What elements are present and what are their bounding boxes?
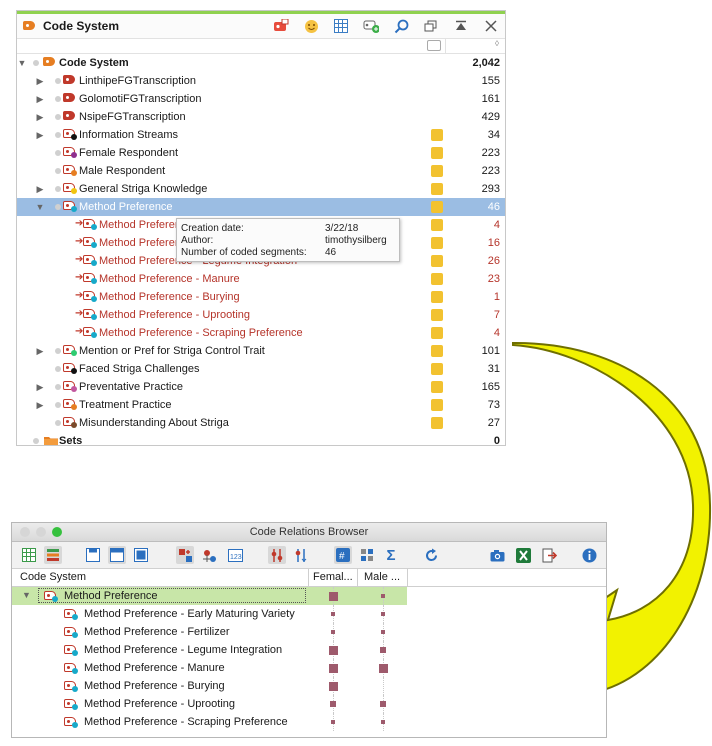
- symbols-icon[interactable]: [358, 546, 376, 564]
- relation-square[interactable]: [380, 647, 386, 653]
- relation-square[interactable]: [381, 612, 385, 616]
- code-icon-wrap: [64, 698, 78, 710]
- relation-square[interactable]: [381, 630, 385, 634]
- column-header-female[interactable]: Femal...: [313, 571, 353, 583]
- layout-center-icon[interactable]: [108, 546, 126, 564]
- crb-column-header: Code System Femal... Male ...: [12, 569, 606, 587]
- crb-matrix: ▼ Method Preference Method Preference - Ea…: [12, 587, 606, 731]
- crb-row-label: Method Preference - Scraping Preference: [84, 716, 288, 728]
- collapse-toggle[interactable]: ▼: [22, 590, 31, 600]
- code-icon-wrap: [64, 608, 78, 620]
- crb-row-label: Method Preference - Uprooting: [84, 698, 236, 710]
- relation-square[interactable]: [381, 720, 385, 724]
- layout-full-icon[interactable]: [132, 546, 150, 564]
- minimize-window-button[interactable]: [36, 527, 46, 537]
- hash-icon[interactable]: #: [334, 546, 352, 564]
- crb-row[interactable]: Method Preference - Manure: [12, 659, 606, 677]
- crb-row-label: Method Preference - Early Maturing Varie…: [84, 608, 295, 620]
- crb-row[interactable]: Method Preference - Early Maturing Varie…: [12, 605, 606, 623]
- code-icon: [64, 662, 78, 674]
- code-icon-wrap: [44, 590, 58, 602]
- column-header-male[interactable]: Male ...: [364, 571, 400, 583]
- code-icon: [64, 716, 78, 728]
- code-relations-browser-window: Code Relations Browser 123 # Σ Code Syst…: [11, 522, 607, 738]
- code-icon-wrap: [64, 680, 78, 692]
- sort-mixed-icon[interactable]: [292, 546, 310, 564]
- relation-square[interactable]: [330, 701, 336, 707]
- crb-row[interactable]: Method Preference - Fertilizer: [12, 623, 606, 641]
- crb-row-label: Method Preference - Burying: [84, 680, 225, 692]
- svg-text:123: 123: [230, 554, 242, 561]
- column-divider: [357, 569, 358, 586]
- column-header-code-system[interactable]: Code System: [20, 571, 86, 583]
- relation-square[interactable]: [328, 681, 338, 691]
- relation-square[interactable]: [328, 663, 338, 673]
- crb-row[interactable]: Method Preference - Scraping Preference: [12, 713, 606, 731]
- grid-line: [383, 677, 384, 695]
- crb-parent-row[interactable]: ▼ Method Preference: [12, 587, 407, 605]
- export-icon[interactable]: [540, 546, 558, 564]
- grid-view-icon[interactable]: [20, 546, 38, 564]
- layout-left-icon[interactable]: [84, 546, 102, 564]
- camera-icon[interactable]: [488, 546, 506, 564]
- crb-window-titlebar: Code Relations Browser: [12, 523, 606, 542]
- column-divider: [407, 569, 408, 586]
- zoom-window-button[interactable]: [52, 527, 62, 537]
- list-view-icon[interactable]: [44, 546, 62, 564]
- code-icon-wrap: [64, 662, 78, 674]
- relation-square[interactable]: [331, 630, 335, 634]
- numeric-icon[interactable]: 123: [226, 546, 244, 564]
- code-matrix-icon[interactable]: [176, 546, 194, 564]
- code-icon-wrap: [64, 626, 78, 638]
- excel-export-icon[interactable]: [514, 546, 532, 564]
- crb-row-label: Method Preference: [64, 590, 158, 602]
- relation-square[interactable]: [378, 663, 388, 673]
- relation-square[interactable]: [328, 645, 338, 655]
- code-icon: [64, 608, 78, 620]
- relation-square[interactable]: [328, 591, 338, 601]
- relation-square[interactable]: [331, 612, 335, 616]
- code-icon: [64, 698, 78, 710]
- sigma-icon[interactable]: Σ: [382, 546, 400, 564]
- code-add-icon[interactable]: [200, 546, 218, 564]
- relation-square[interactable]: [381, 594, 385, 598]
- code-icon: [64, 680, 78, 692]
- code-icon-wrap: [64, 644, 78, 656]
- filter-red-icon[interactable]: [268, 546, 286, 564]
- column-divider: [308, 569, 309, 586]
- crb-toolbar: 123 # Σ: [12, 542, 606, 569]
- crb-row-label: Method Preference - Fertilizer: [84, 626, 230, 638]
- crb-row[interactable]: Method Preference - Burying: [12, 677, 606, 695]
- refresh-icon[interactable]: [422, 546, 440, 564]
- close-window-button[interactable]: [20, 527, 30, 537]
- crb-window-title: Code Relations Browser: [249, 526, 369, 538]
- crb-row-label: Method Preference - Legume Integration: [84, 644, 283, 656]
- crb-row[interactable]: Method Preference - Legume Integration: [12, 641, 606, 659]
- crb-row-label: Method Preference - Manure: [84, 662, 225, 674]
- code-icon: [64, 644, 78, 656]
- info-icon[interactable]: [580, 546, 598, 564]
- code-icon: [64, 626, 78, 638]
- crb-row[interactable]: Method Preference - Uprooting: [12, 695, 606, 713]
- code-icon: [44, 590, 58, 602]
- code-icon-wrap: [64, 716, 78, 728]
- relation-square[interactable]: [331, 720, 335, 724]
- svg-text:#: #: [339, 551, 345, 562]
- relation-square[interactable]: [380, 701, 386, 707]
